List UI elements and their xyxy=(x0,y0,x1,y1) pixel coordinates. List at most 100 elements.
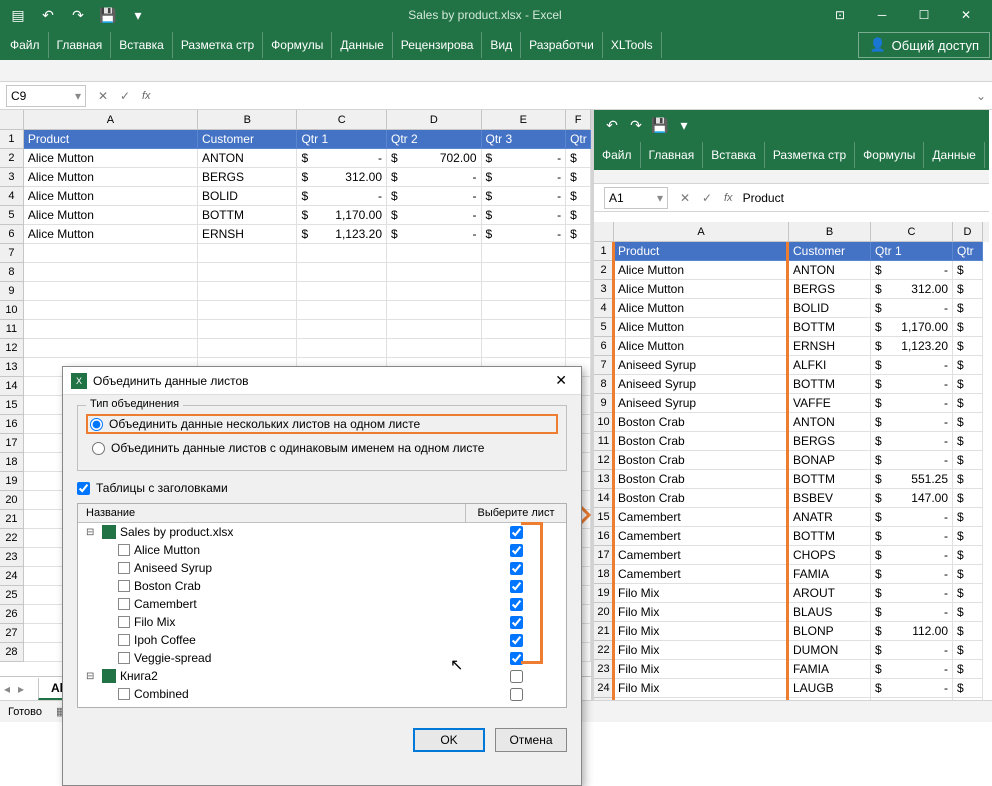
cell[interactable]: $551.25 xyxy=(871,470,953,489)
tab-xltools[interactable]: XLTools xyxy=(603,32,662,58)
merge-option-2[interactable]: Объединить данные листов с одинаковым им… xyxy=(88,438,556,458)
row-hdr[interactable]: 6 xyxy=(594,337,614,356)
cell[interactable]: $ xyxy=(953,660,983,679)
cell[interactable] xyxy=(297,282,387,301)
cell[interactable]: $1,123.20 xyxy=(297,225,387,244)
cell[interactable]: Filo Mix xyxy=(614,660,789,679)
cell[interactable]: BOLID xyxy=(789,299,871,318)
qat-undo-icon[interactable]: ↶ xyxy=(600,114,624,136)
cell[interactable]: Aniseed Syrup xyxy=(614,394,789,413)
cell[interactable]: Alice Mutton xyxy=(24,225,198,244)
cell[interactable]: $- xyxy=(871,508,953,527)
cell[interactable]: Boston Crab xyxy=(614,451,789,470)
sheet-name[interactable]: Camembert xyxy=(134,597,197,611)
cell[interactable]: $ xyxy=(953,356,983,375)
cell[interactable]: $- xyxy=(871,356,953,375)
cell[interactable]: $- xyxy=(871,451,953,470)
cell[interactable]: $ xyxy=(953,489,983,508)
row-hdr[interactable]: 10 xyxy=(0,301,24,320)
cell[interactable]: Camembert xyxy=(614,565,789,584)
row-hdr[interactable]: 22 xyxy=(594,641,614,660)
maximize-icon[interactable]: ☐ xyxy=(904,0,944,30)
cell[interactable] xyxy=(566,320,591,339)
cell[interactable] xyxy=(566,339,591,358)
sheet-nav-next-icon[interactable]: ▸ xyxy=(14,682,28,696)
cell[interactable]: Alice Mutton xyxy=(614,261,789,280)
cell[interactable]: $ xyxy=(953,375,983,394)
cell[interactable]: BOLID xyxy=(198,187,298,206)
cell[interactable]: $- xyxy=(871,261,953,280)
cell[interactable]: $- xyxy=(387,225,482,244)
cell[interactable]: $147.00 xyxy=(871,489,953,508)
row-hdr[interactable]: 23 xyxy=(594,660,614,679)
cell[interactable]: Boston Crab xyxy=(614,432,789,451)
cell[interactable]: FAMIA xyxy=(789,660,871,679)
sheet-name[interactable]: Ipoh Coffee xyxy=(134,633,196,647)
cell[interactable] xyxy=(24,320,198,339)
col-hdr[interactable]: A xyxy=(614,222,789,242)
cell[interactable]: $- xyxy=(297,149,387,168)
cell[interactable]: $- xyxy=(482,149,567,168)
cell[interactable] xyxy=(297,301,387,320)
share-button[interactable]: 👤 Общий доступ xyxy=(858,32,990,58)
cell[interactable] xyxy=(566,282,591,301)
tab-data[interactable]: Данные xyxy=(332,32,392,58)
formula-input[interactable] xyxy=(157,85,970,107)
tab-data[interactable]: Данные xyxy=(924,142,984,168)
cell[interactable]: $- xyxy=(482,168,567,187)
cell[interactable]: $ xyxy=(566,168,591,187)
cell[interactable]: $ xyxy=(953,299,983,318)
col-hdr[interactable]: F xyxy=(566,110,591,130)
table-header-cell[interactable]: Qtr 2 xyxy=(387,130,482,149)
cell[interactable] xyxy=(482,282,567,301)
cell[interactable]: $ xyxy=(953,413,983,432)
cell[interactable]: $ xyxy=(953,641,983,660)
row-hdr[interactable]: 4 xyxy=(0,187,24,206)
cell[interactable]: Filo Mix xyxy=(614,622,789,641)
cell[interactable]: Ipoh Coffee xyxy=(614,698,789,700)
table-header-cell[interactable]: Qtr 3 xyxy=(482,130,567,149)
select-all-corner[interactable] xyxy=(594,222,614,242)
cell[interactable]: $- xyxy=(387,168,482,187)
merge-option-1[interactable]: Объединить данные нескольких листов на о… xyxy=(86,414,558,434)
cell[interactable]: Boston Crab xyxy=(614,489,789,508)
cell[interactable] xyxy=(198,339,298,358)
cell[interactable]: Alice Mutton xyxy=(24,149,198,168)
sheet-name[interactable]: Alice Mutton xyxy=(134,543,200,557)
cell[interactable]: Filo Mix xyxy=(614,603,789,622)
row-hdr[interactable]: 13 xyxy=(0,358,24,377)
row-hdr[interactable]: 9 xyxy=(0,282,24,301)
fx-icon[interactable]: fx xyxy=(136,90,157,102)
cell[interactable]: OLDWO xyxy=(789,698,871,700)
cell[interactable]: $- xyxy=(871,565,953,584)
cell[interactable]: $- xyxy=(871,679,953,698)
ok-button[interactable]: OK xyxy=(413,728,485,752)
cell[interactable]: $- xyxy=(387,187,482,206)
row-hdr[interactable]: 5 xyxy=(0,206,24,225)
cell[interactable] xyxy=(482,339,567,358)
col-hdr[interactable]: C xyxy=(871,222,953,242)
cell[interactable] xyxy=(297,244,387,263)
tab-insert[interactable]: Вставка xyxy=(111,32,173,58)
cancel-formula-icon[interactable]: ✕ xyxy=(92,89,114,103)
cell[interactable]: $- xyxy=(482,187,567,206)
cell[interactable]: $ xyxy=(953,698,983,700)
headers-checkbox[interactable] xyxy=(77,482,90,495)
cell[interactable] xyxy=(387,320,482,339)
row-hdr[interactable]: 8 xyxy=(0,263,24,282)
cell[interactable] xyxy=(482,263,567,282)
cell[interactable] xyxy=(387,263,482,282)
tab-formulas[interactable]: Формулы xyxy=(855,142,924,168)
table-header-cell[interactable]: Qtr xyxy=(953,242,983,261)
cell[interactable]: $ xyxy=(566,206,591,225)
tables-have-headers[interactable]: Таблицы с заголовками xyxy=(77,481,567,495)
cell[interactable]: Camembert xyxy=(614,508,789,527)
close-icon[interactable]: ✕ xyxy=(946,0,986,30)
cell[interactable]: BOTTM xyxy=(789,318,871,337)
cell[interactable]: $312.00 xyxy=(297,168,387,187)
cell[interactable]: Filo Mix xyxy=(614,641,789,660)
qat-redo-icon[interactable]: ↷ xyxy=(624,114,648,136)
row-hdr[interactable]: 26 xyxy=(0,605,24,624)
workbook-name[interactable]: Книга2 xyxy=(120,669,158,683)
row-hdr[interactable]: 4 xyxy=(594,299,614,318)
